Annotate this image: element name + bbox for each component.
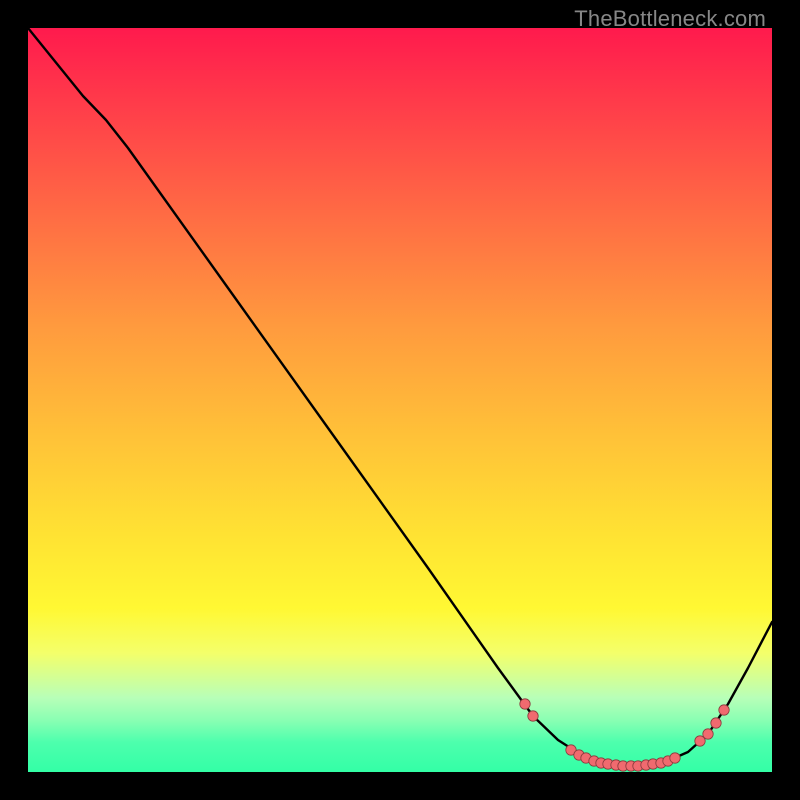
curve-dot (528, 711, 538, 721)
curve-dot (711, 718, 721, 728)
chart-frame (28, 28, 772, 772)
curve-dot (670, 753, 680, 763)
bottleneck-curve (28, 28, 772, 766)
curve-dot (719, 705, 729, 715)
curve-dot (520, 699, 530, 709)
curve-dot (703, 729, 713, 739)
chart-svg (28, 28, 772, 772)
